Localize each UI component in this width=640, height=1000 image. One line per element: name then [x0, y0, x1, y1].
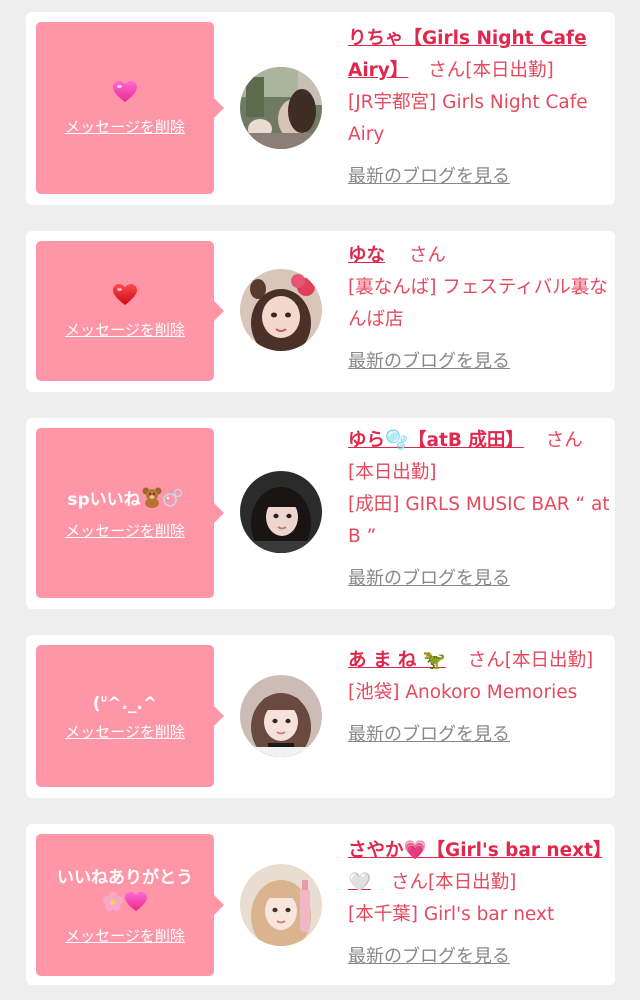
message-icons-row [102, 891, 148, 921]
honorific: さん [408, 245, 446, 266]
cast-name-link[interactable]: ゆな [348, 245, 385, 266]
blossom-icon [102, 891, 124, 921]
teddy-bear-icon [141, 486, 163, 516]
latest-blog-link[interactable]: 最新のブログを見る [348, 941, 610, 973]
attendance-status: [本日出勤] [348, 462, 437, 483]
latest-blog-link[interactable]: 最新のブログを見る [348, 346, 610, 378]
honorific: さん [545, 430, 583, 451]
delete-message-link[interactable]: メッセージを削除 [65, 925, 185, 946]
shop-name: [JR宇都宮] Girls Night Cafe Airy [348, 92, 588, 145]
avatar[interactable] [240, 269, 322, 351]
shop-name: [本千葉] Girl's bar next [348, 904, 555, 925]
message-card: いいねありがとう メッセージを削除 さやか💗【Girl's bar next】🤍… [26, 824, 615, 985]
latest-blog-link[interactable]: 最新のブログを見る [348, 719, 610, 751]
bubbles-icon [162, 488, 183, 516]
card-info: ゆな さん [裏なんば] フェスティバル裏なんば店 最新のブログを見る [348, 240, 610, 378]
honorific: さん [467, 650, 505, 671]
red-heart-icon [112, 283, 138, 315]
card-info: さやか💗【Girl's bar next】🤍 さん[本日出勤] [本千葉] Gi… [348, 835, 610, 973]
message-text: (ᐡ^._.^ [92, 693, 158, 714]
message-text: いいねありがとう [57, 867, 193, 888]
attendance-status: [本日出勤] [504, 650, 594, 671]
attendance-status: [本日出勤] [427, 872, 517, 893]
message-card: メッセージを削除 ゆな さん [裏なんば] フェスティバル裏なんば店 最新のブロ… [26, 231, 615, 392]
message-card: (ᐡ^._.^ メッセージを削除 あ ま ね 🦖 さん[本日出勤] [池袋] A… [26, 635, 615, 798]
pink-heart-icon [124, 891, 148, 921]
honorific: さん [390, 872, 428, 893]
message-text-row: spいいね [67, 486, 182, 516]
message-card: spいいね メッセージを削除 ゆら🫧【atB 成田】 さん [本日出勤] [成田… [26, 418, 615, 609]
message-bubble: いいねありがとう メッセージを削除 [36, 834, 224, 976]
shop-name: [池袋] Anokoro Memories [348, 682, 578, 703]
avatar[interactable] [240, 67, 322, 149]
message-text: spいいね [67, 489, 141, 510]
avatar[interactable] [240, 471, 322, 553]
attendance-status: [本日出勤] [465, 60, 554, 81]
message-bubble: (ᐡ^._.^ メッセージを削除 [36, 645, 224, 787]
latest-blog-link[interactable]: 最新のブログを見る [348, 161, 610, 193]
delete-message-link[interactable]: メッセージを削除 [65, 721, 185, 742]
shop-name: [裏なんば] フェスティバル裏なんば店 [348, 277, 608, 330]
shop-name: [成田] GIRLS MUSIC BAR “ at B ” [348, 494, 610, 547]
pink-heart-icon [112, 80, 138, 112]
message-bubble: メッセージを削除 [36, 22, 224, 194]
card-info: あ ま ね 🦖 さん[本日出勤] [池袋] Anokoro Memories 最… [348, 645, 610, 751]
card-info: ゆら🫧【atB 成田】 さん [本日出勤] [成田] GIRLS MUSIC B… [348, 425, 610, 595]
card-info: りちゃ【Girls Night Cafe Airy】 さん[本日出勤] [JR宇… [348, 23, 610, 193]
delete-message-link[interactable]: メッセージを削除 [65, 319, 185, 340]
message-bubble: メッセージを削除 [36, 241, 224, 381]
cast-name-link[interactable]: あ ま ね 🦖 [348, 650, 446, 671]
avatar[interactable] [240, 864, 322, 946]
delete-message-link[interactable]: メッセージを削除 [65, 520, 185, 541]
latest-blog-link[interactable]: 最新のブログを見る [348, 563, 610, 595]
delete-message-link[interactable]: メッセージを削除 [65, 116, 185, 137]
message-bubble: spいいね メッセージを削除 [36, 428, 224, 598]
honorific: さん [428, 60, 466, 81]
avatar[interactable] [240, 675, 322, 757]
message-card: メッセージを削除 りちゃ【Girls Night Cafe Airy】 さん[本… [26, 12, 615, 205]
cast-name-link[interactable]: ゆら🫧【atB 成田】 [348, 430, 524, 451]
